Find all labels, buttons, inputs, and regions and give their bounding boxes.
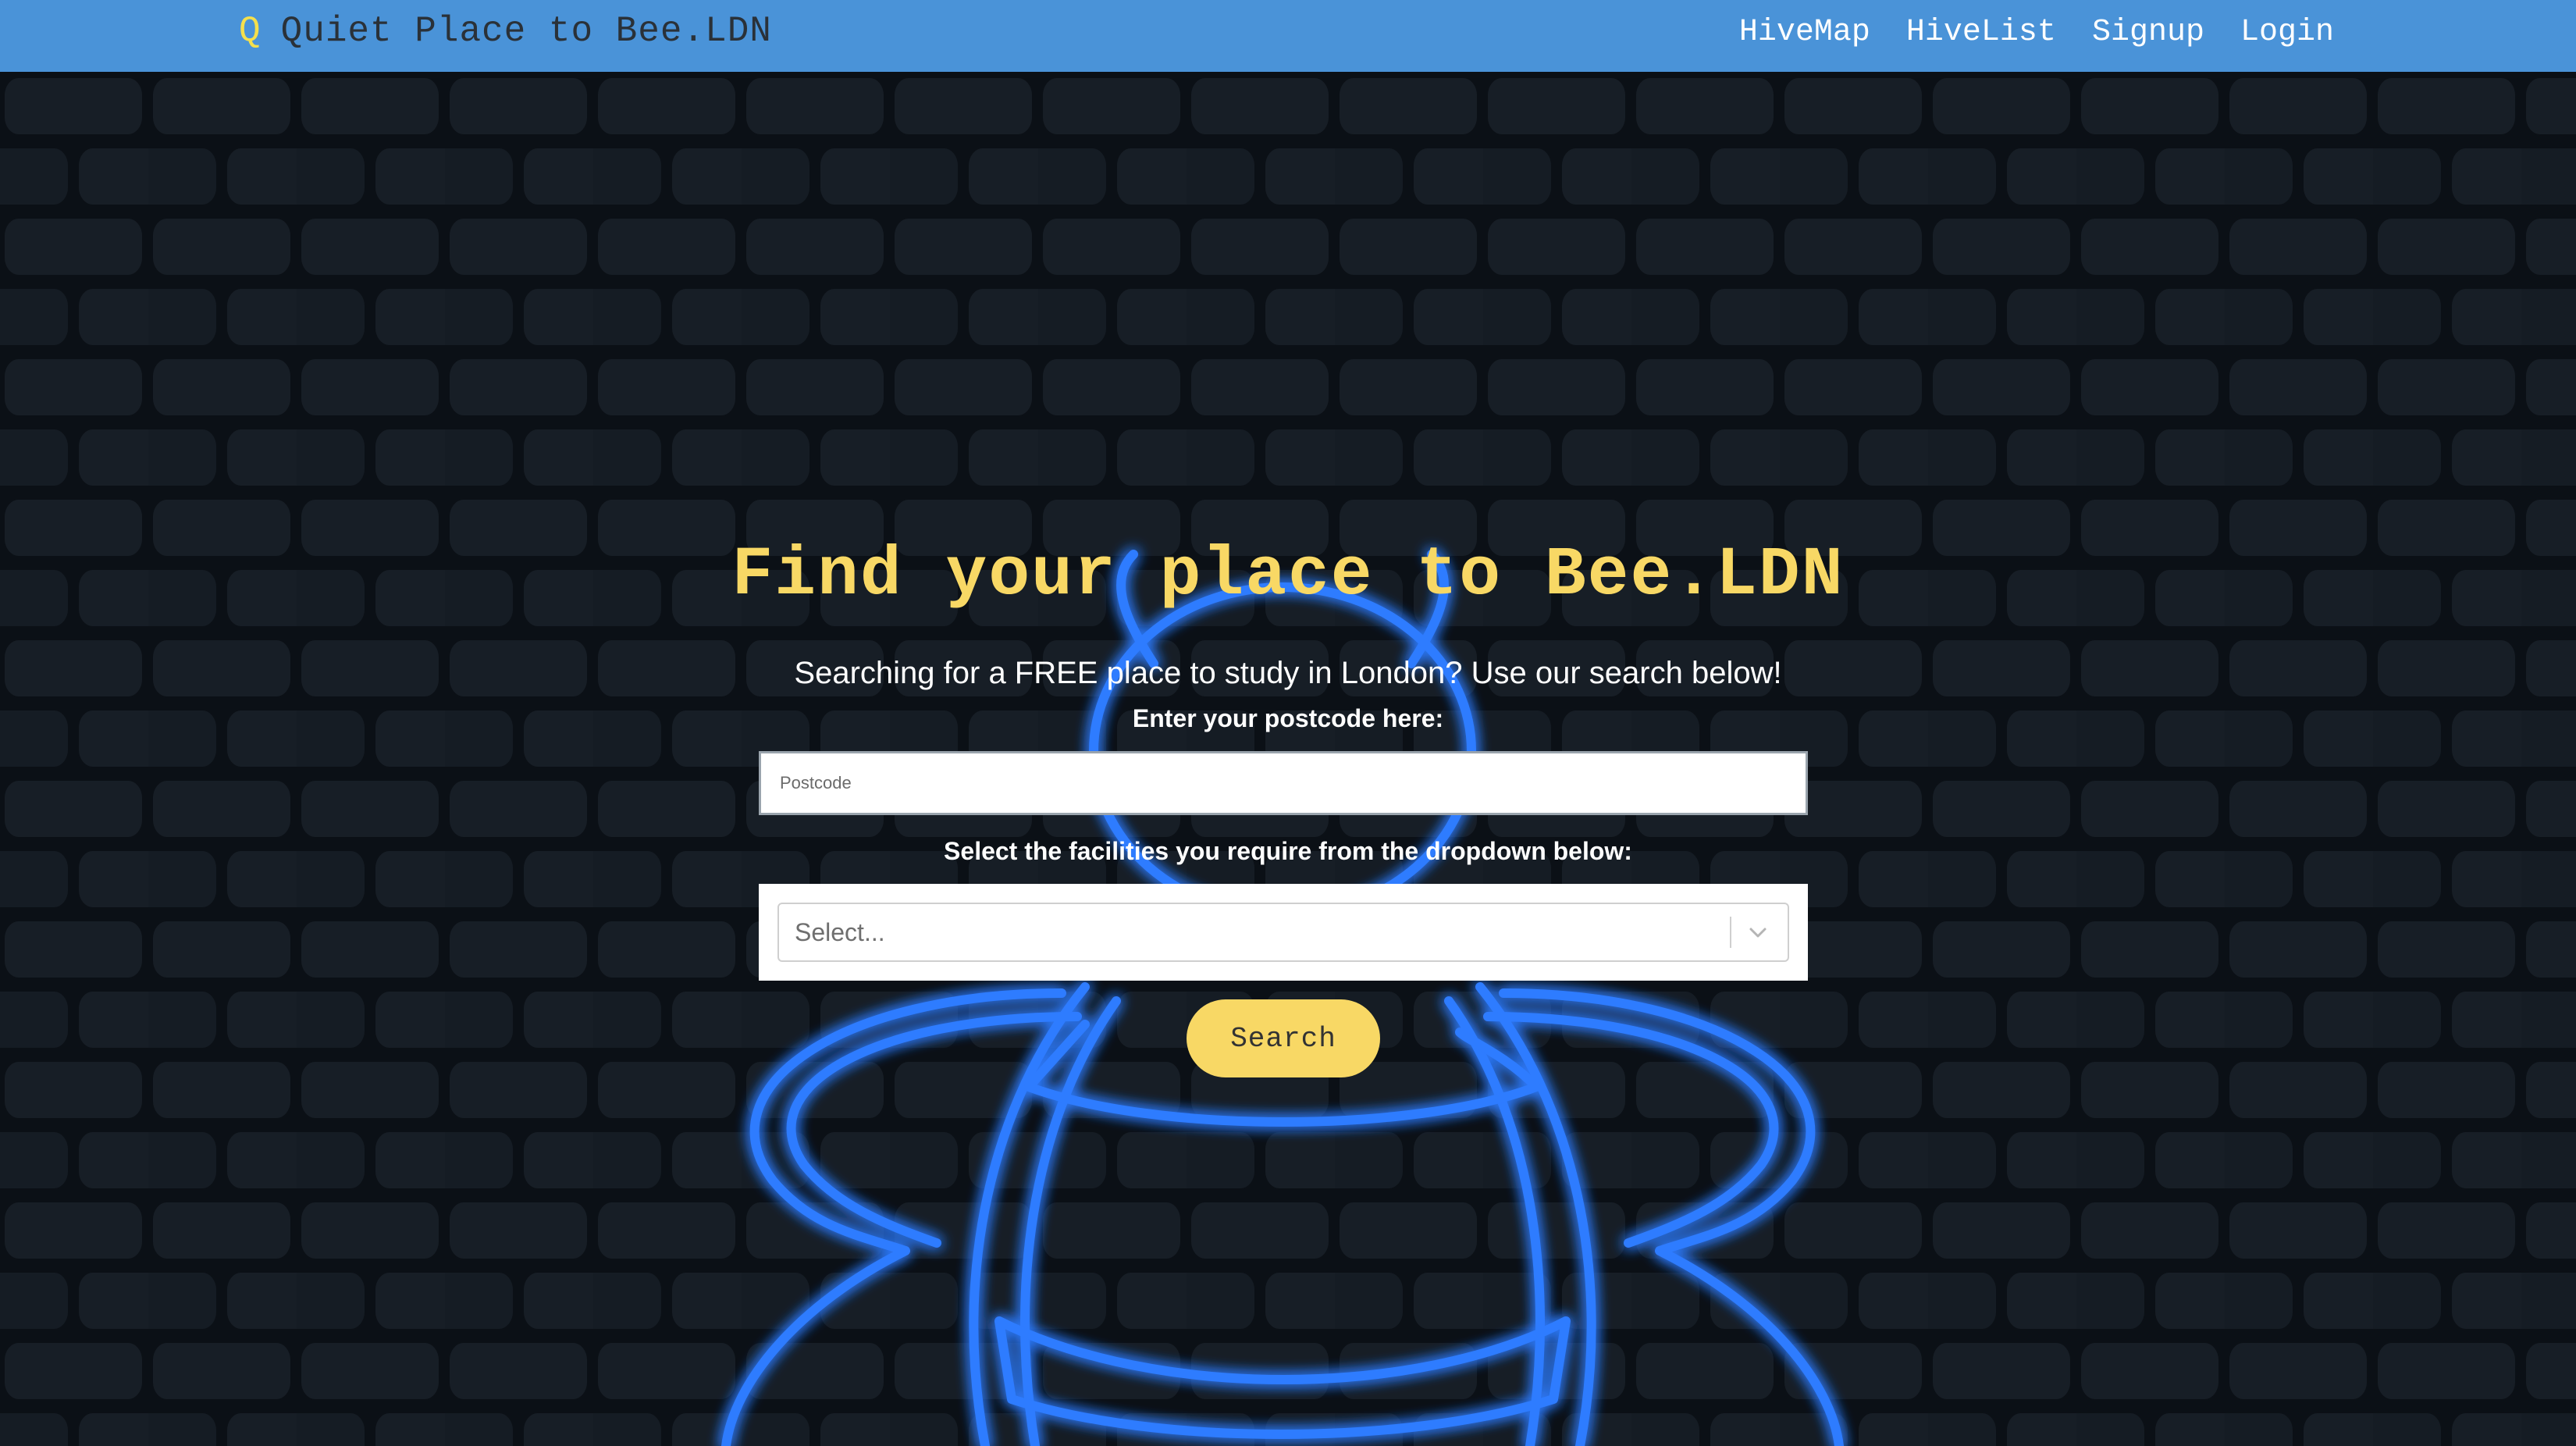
select-separator <box>1730 917 1731 948</box>
hero-title: Find your place to Bee.LDN <box>731 537 1845 614</box>
postcode-input[interactable] <box>759 751 1808 815</box>
facilities-label: Select the facilities you require from t… <box>944 837 1632 865</box>
facilities-select-placeholder: Select... <box>795 918 885 946</box>
search-button[interactable]: Search <box>1187 999 1380 1077</box>
hero-section: Find your place to Bee.LDN Searching for… <box>0 0 2576 1446</box>
facilities-select[interactable]: Select... <box>777 903 1789 962</box>
facilities-select-container: Select... <box>759 884 1808 981</box>
postcode-label: Enter your postcode here: <box>1132 704 1444 732</box>
hero-subtitle: Searching for a FREE place to study in L… <box>794 656 1782 690</box>
chevron-down-icon[interactable] <box>1742 917 1774 948</box>
